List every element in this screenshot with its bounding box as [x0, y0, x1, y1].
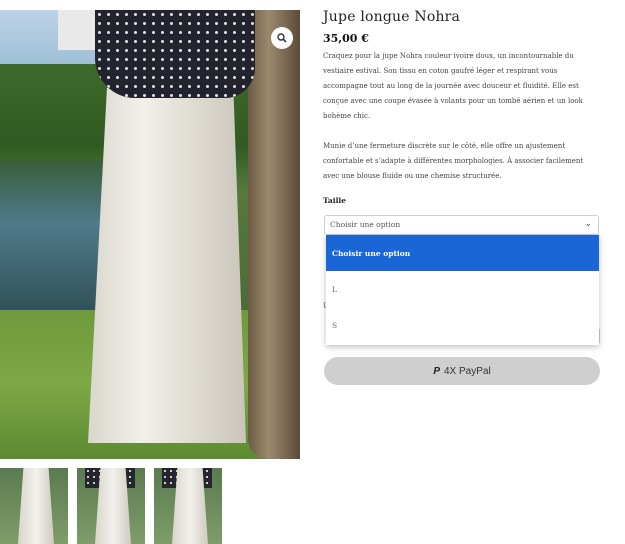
description-paragraph: Craquez pour la jupe Nohra couleur ivoir…: [323, 52, 583, 120]
size-option[interactable]: S: [326, 307, 599, 343]
paypal-label: 4X PayPal: [443, 365, 491, 377]
size-label: Taille: [323, 196, 347, 205]
size-option[interactable]: L: [326, 271, 599, 307]
thumbnail-skirt: [172, 468, 208, 544]
thumbnail-skirt: [95, 468, 131, 544]
chevron-down-icon: ⌄: [584, 219, 592, 229]
search-icon: [277, 33, 287, 43]
product-title: Jupe longue Nohra: [323, 9, 461, 25]
paypal-icon: P: [433, 365, 440, 377]
size-select[interactable]: Choisir une option ⌄: [324, 215, 599, 235]
size-select-value: Choisir une option: [330, 220, 401, 229]
product-main-image[interactable]: [0, 10, 300, 459]
thumbnail-skirt: [18, 468, 54, 544]
paypal-4x-button[interactable]: P 4X PayPal: [324, 357, 600, 385]
image-skirt: [88, 88, 246, 443]
size-dropdown-list[interactable]: Choisir une option L S: [326, 235, 599, 345]
size-option[interactable]: Choisir une option: [326, 235, 599, 271]
image-tree-trunk: [248, 10, 300, 459]
description-paragraph: Munie d’une fermeture discrète sur le cô…: [323, 142, 584, 180]
image-blouse: [95, 10, 255, 98]
product-description: Craquez pour la jupe Nohra couleur ivoir…: [323, 49, 598, 199]
gallery-thumbnail[interactable]: [154, 468, 222, 544]
gallery-thumbnail[interactable]: [77, 468, 145, 544]
zoom-button[interactable]: [271, 27, 293, 49]
product-price: 35,00 €: [323, 32, 369, 45]
image-background-house: [58, 10, 96, 50]
gallery-thumbnail[interactable]: [0, 468, 68, 544]
